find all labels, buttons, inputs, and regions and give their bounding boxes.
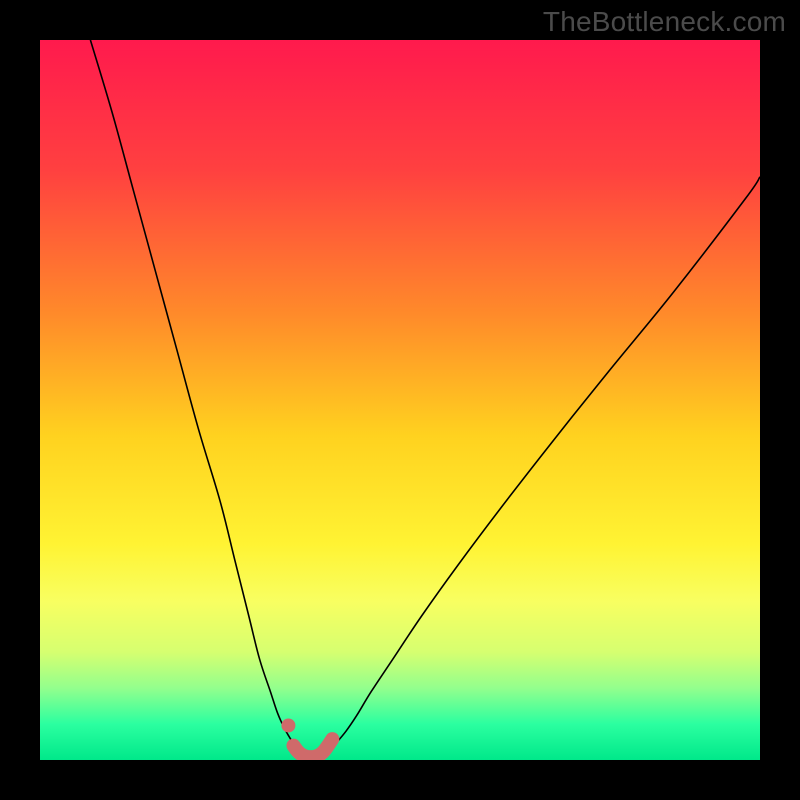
optimal-range-highlight xyxy=(293,739,332,757)
watermark-label: TheBottleneck.com xyxy=(543,6,786,38)
chart-frame: TheBottleneck.com xyxy=(0,0,800,800)
bottleneck-curve-left xyxy=(90,40,299,751)
bottleneck-curve-right xyxy=(328,177,760,753)
plot-area xyxy=(40,40,760,760)
highlight-point xyxy=(281,718,295,732)
chart-svg xyxy=(40,40,760,760)
